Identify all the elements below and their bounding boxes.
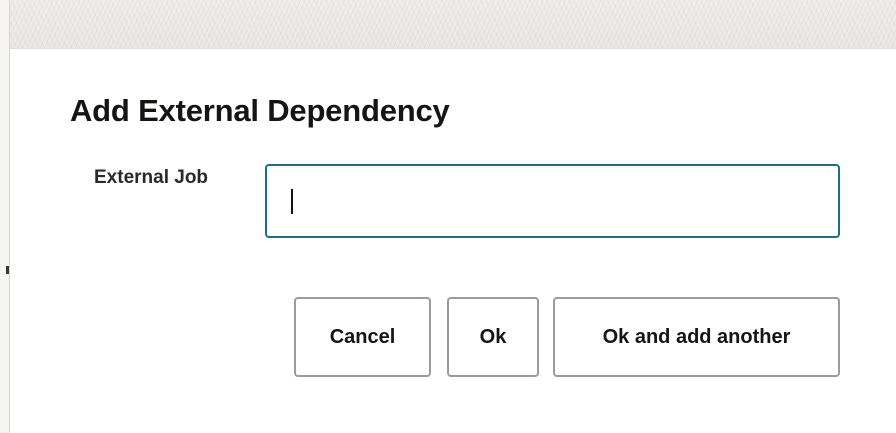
cancel-button[interactable]: Cancel: [294, 297, 431, 377]
external-job-field[interactable]: [265, 164, 840, 238]
ok-button[interactable]: Ok: [447, 297, 539, 377]
background-left-marker: [6, 266, 9, 274]
external-job-input[interactable]: [267, 166, 838, 236]
background-texture: [0, 0, 896, 48]
text-cursor: [291, 189, 293, 214]
add-external-dependency-dialog: Add External Dependency External Job Can…: [10, 48, 896, 433]
dialog-title: Add External Dependency: [70, 93, 450, 128]
external-job-label: External Job: [94, 167, 209, 188]
ok-and-add-another-button[interactable]: Ok and add another: [553, 297, 840, 377]
background-left-edge: [0, 0, 10, 432]
